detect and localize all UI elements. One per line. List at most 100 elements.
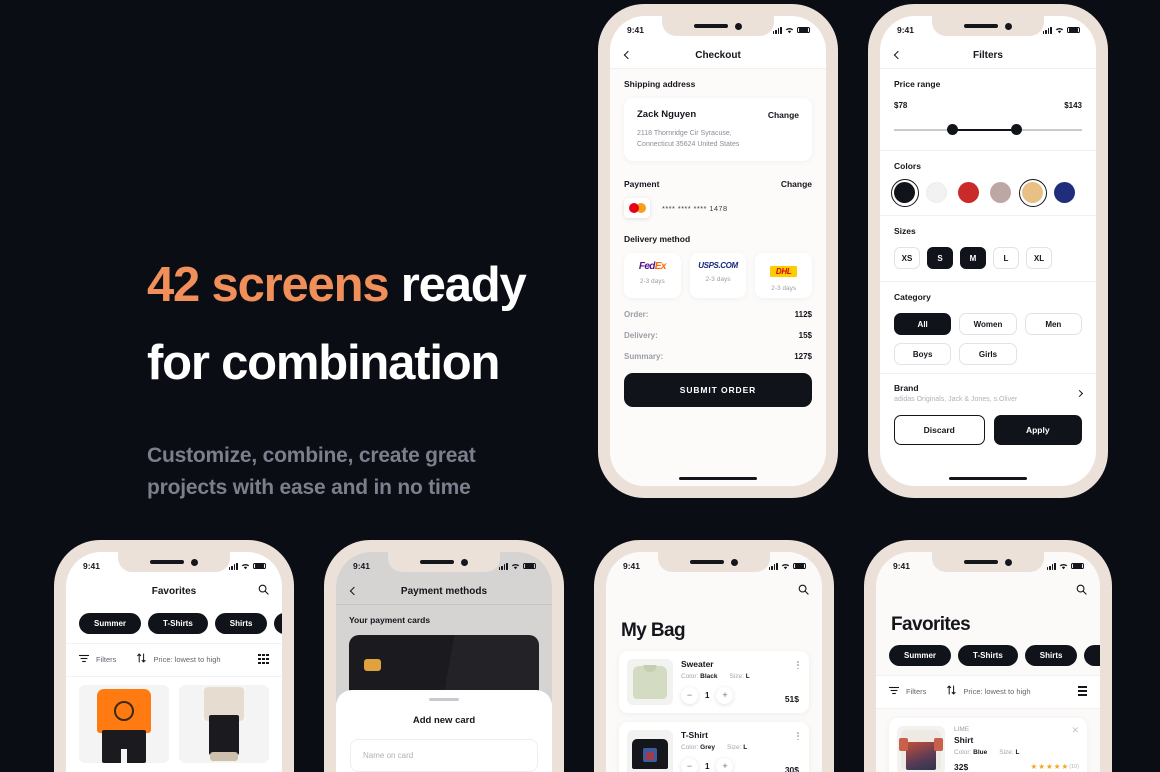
favorite-item-info: LIME Shirt ✕ Color: Blue Size: L 32$ ★ ★ ★… bbox=[954, 726, 1079, 772]
bag-item-name: T-Shirt bbox=[681, 730, 708, 740]
product-card[interactable]: ★★★★★ (10) LIME Shirt bbox=[79, 685, 169, 772]
search-icon[interactable] bbox=[798, 582, 809, 600]
colors-label: Colors bbox=[894, 161, 921, 171]
filters-button-label[interactable]: Filters bbox=[96, 655, 116, 664]
bag-item[interactable]: Sweater Color: Black Size: L − 1 + 51$ bbox=[619, 651, 809, 713]
usps-logo-icon: USPS.COM bbox=[698, 261, 738, 270]
delivery-option-dhl[interactable]: DHL 2-3 days bbox=[755, 253, 813, 298]
speaker-icon bbox=[420, 560, 454, 564]
wifi-icon bbox=[781, 563, 790, 569]
color-swatch-black[interactable] bbox=[890, 178, 919, 207]
slider-knob-max[interactable] bbox=[1010, 124, 1022, 135]
my-bag-screen: 9:41 My Bag Sweater Color: Black Size: L… bbox=[606, 552, 822, 772]
filter-icon[interactable] bbox=[79, 650, 89, 668]
search-icon[interactable] bbox=[258, 582, 269, 600]
battery-icon bbox=[253, 562, 266, 570]
home-indicator bbox=[949, 476, 1027, 480]
checkout-title: Checkout bbox=[695, 49, 741, 61]
color-swatch-navy[interactable] bbox=[1054, 182, 1075, 203]
size-chip-m[interactable]: M bbox=[960, 247, 986, 269]
address-lines: 2118 Thornridge Cir Syracuse, Connecticu… bbox=[637, 128, 799, 150]
filter-chip-t-shirts[interactable]: T-Shirts bbox=[958, 645, 1018, 666]
camera-icon bbox=[735, 22, 742, 30]
size-chip-s[interactable]: S bbox=[927, 247, 953, 269]
filter-chip-summer[interactable]: Summer bbox=[79, 613, 142, 634]
price-slider[interactable] bbox=[894, 122, 1082, 138]
filter-chip-t-shirts[interactable]: T-Shirts bbox=[148, 613, 208, 634]
favorite-item-name: Shirt bbox=[954, 735, 974, 745]
filter-chip-shirts[interactable]: Shirts bbox=[1024, 645, 1078, 666]
sort-button-label[interactable]: Price: lowest to high bbox=[963, 687, 1030, 696]
filters-button-label[interactable]: Filters bbox=[906, 687, 926, 696]
shipping-address-label: Shipping address bbox=[624, 79, 696, 89]
bag-item-info: T-Shirt Color: Grey Size: L − 1 + 30$ bbox=[681, 730, 799, 772]
submit-order-button[interactable]: SUBMIT ORDER bbox=[624, 373, 812, 407]
bag-item-meta: Color: Grey Size: L bbox=[681, 744, 799, 751]
sheet-grabber[interactable] bbox=[429, 698, 459, 701]
color-swatch-red[interactable] bbox=[958, 182, 979, 203]
phone-filters: 9:41 Filters Price range $78 $143 Colors… bbox=[868, 4, 1108, 498]
search-icon[interactable] bbox=[1076, 582, 1087, 600]
increase-quantity-button[interactable]: + bbox=[716, 687, 734, 705]
checkout-navbar: Checkout bbox=[610, 42, 826, 68]
favorites-grid-screen: 9:41 Favorites Summer T-Shirts Shirts Filt… bbox=[66, 552, 282, 772]
filters-screen: 9:41 Filters Price range $78 $143 Colors… bbox=[880, 16, 1096, 486]
address-change-button[interactable]: Change bbox=[768, 110, 799, 120]
color-swatch-mauve[interactable] bbox=[990, 182, 1011, 203]
sort-icon[interactable] bbox=[947, 682, 957, 700]
size-chip-xl[interactable]: XL bbox=[1026, 247, 1052, 269]
favorites-product-grid: ★★★★★ (10) LIME Shirt bbox=[66, 677, 282, 772]
product-card[interactable]: ☆☆☆☆☆ (0) Mango Longsleeve Violeta bbox=[179, 685, 269, 772]
delivery-option-fedex[interactable]: FedEx 2-3 days bbox=[624, 253, 681, 298]
wifi-icon bbox=[1059, 563, 1068, 569]
status-indicators bbox=[1042, 26, 1080, 34]
sort-icon[interactable] bbox=[137, 650, 147, 668]
hero-subtitle-line1: Customize, combine, create great bbox=[147, 444, 476, 467]
grid-view-icon[interactable] bbox=[258, 653, 269, 665]
wifi-icon bbox=[1055, 27, 1064, 33]
brand-row[interactable]: Brand adidas Originals, Jack & Jones, s.… bbox=[880, 374, 1096, 409]
device-notch bbox=[118, 552, 230, 572]
quantity-value: 1 bbox=[705, 762, 710, 772]
shipping-address-card[interactable]: Zack Nguyen Change 2118 Thornridge Cir S… bbox=[624, 98, 812, 161]
delivery-option-usps[interactable]: USPS.COM 2-3 days bbox=[689, 253, 747, 298]
slider-knob-min[interactable] bbox=[946, 124, 958, 135]
favorite-item-reviews: (10) bbox=[1069, 764, 1079, 770]
category-chip-boys[interactable]: Boys bbox=[894, 343, 952, 365]
remove-favorite-icon[interactable]: ✕ bbox=[1071, 726, 1079, 735]
decrease-quantity-button[interactable]: − bbox=[681, 758, 698, 772]
category-chip-girls[interactable]: Girls bbox=[959, 343, 1017, 365]
size-chips: XS S M L XL bbox=[894, 247, 1082, 269]
bag-item-price: 30$ bbox=[784, 765, 799, 772]
decrease-quantity-button[interactable]: − bbox=[681, 687, 698, 705]
list-view-icon[interactable] bbox=[1078, 686, 1087, 696]
payment-navbar: Payment methods bbox=[336, 578, 552, 604]
category-chip-men[interactable]: Men bbox=[1024, 313, 1082, 335]
size-chip-xs[interactable]: XS bbox=[894, 247, 920, 269]
apply-button[interactable]: Apply bbox=[993, 415, 1082, 445]
filter-chip-shirts[interactable]: Shirts bbox=[214, 613, 268, 634]
favorite-list-item[interactable]: LIME Shirt ✕ Color: Blue Size: L 32$ ★ ★ ★… bbox=[889, 718, 1087, 772]
status-time: 9:41 bbox=[83, 561, 101, 571]
bag-item[interactable]: T-Shirt Color: Grey Size: L − 1 + 30$ bbox=[619, 722, 809, 772]
filter-chip-partial[interactable] bbox=[274, 613, 282, 634]
hero-headline-rest: ready bbox=[388, 258, 527, 312]
name-on-card-input[interactable]: Name on card bbox=[350, 739, 538, 772]
increase-quantity-button[interactable]: + bbox=[716, 758, 734, 772]
category-chip-women[interactable]: Women bbox=[959, 313, 1017, 335]
sort-button-label[interactable]: Price: lowest to high bbox=[153, 655, 220, 664]
filter-chip-partial[interactable] bbox=[1084, 645, 1100, 666]
color-swatch-tan[interactable] bbox=[1018, 178, 1047, 207]
more-options-icon[interactable] bbox=[797, 730, 799, 741]
brand-label: Brand bbox=[894, 383, 919, 393]
category-chip-all[interactable]: All bbox=[894, 313, 952, 335]
filter-icon[interactable] bbox=[889, 682, 899, 700]
payment-card-row[interactable]: **** **** **** 1478 bbox=[624, 198, 812, 218]
color-swatch-white[interactable] bbox=[926, 182, 947, 203]
more-options-icon[interactable] bbox=[797, 659, 799, 670]
bag-item-color: Color: Black bbox=[681, 673, 718, 681]
payment-change-button[interactable]: Change bbox=[781, 179, 812, 189]
discard-button[interactable]: Discard bbox=[894, 415, 985, 445]
size-chip-l[interactable]: L bbox=[993, 247, 1019, 269]
filter-chip-summer[interactable]: Summer bbox=[889, 645, 952, 666]
